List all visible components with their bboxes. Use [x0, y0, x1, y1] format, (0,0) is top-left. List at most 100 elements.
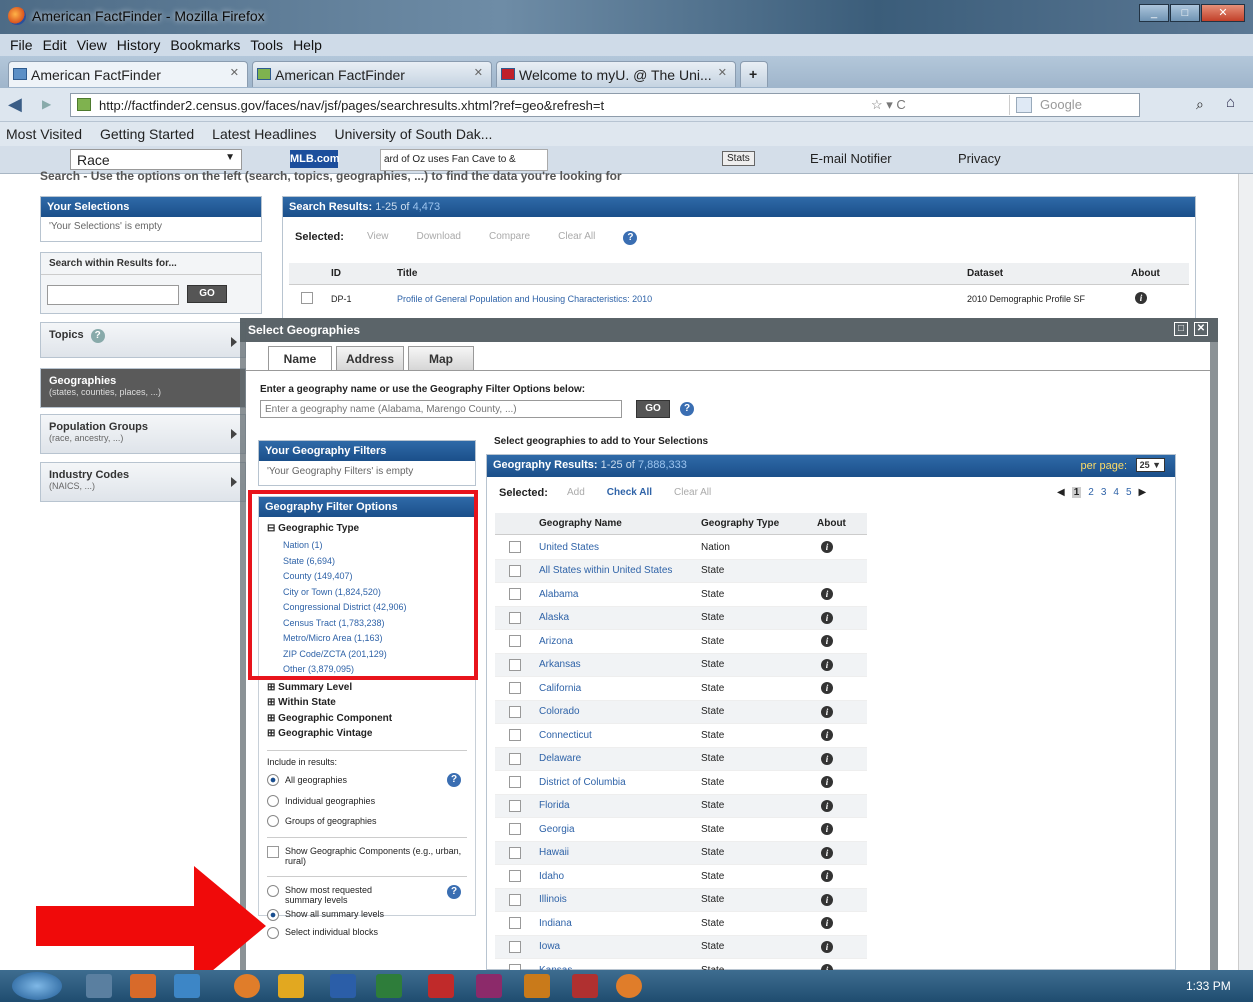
info-icon[interactable]: i	[821, 682, 833, 695]
geo-name-link[interactable]: Alaska	[539, 612, 569, 623]
maximize-modal-icon[interactable]: □	[1174, 322, 1188, 336]
include-all[interactable]: All geographies?	[267, 772, 467, 787]
geo-name-link[interactable]: United States	[539, 542, 599, 553]
search-input[interactable]: Google	[1009, 95, 1189, 115]
close-window-button[interactable]: ✕	[1201, 4, 1245, 22]
geo-name-link[interactable]: Alabama	[539, 589, 578, 600]
collapsed-filter[interactable]: ⊞ Geographic Component	[267, 711, 467, 727]
ticker-box[interactable]: ard of Oz uses Fan Cave to &	[380, 149, 548, 171]
row-checkbox[interactable]	[509, 752, 521, 765]
info-icon[interactable]: i	[821, 940, 833, 953]
row-checkbox[interactable]	[509, 870, 521, 883]
info-icon[interactable]: i	[821, 893, 833, 906]
summary-all[interactable]: Show all summary levels	[267, 908, 467, 921]
row-checkbox[interactable]	[509, 823, 521, 836]
nav-industry-codes[interactable]: Industry Codes (NAICS, ...)	[40, 462, 246, 502]
row-checkbox[interactable]	[509, 541, 521, 554]
components-checkbox[interactable]	[267, 845, 279, 858]
stats-button[interactable]: Stats	[722, 151, 755, 166]
info-icon[interactable]: i	[821, 729, 833, 742]
row-checkbox[interactable]	[509, 940, 521, 953]
row-checkbox[interactable]	[509, 635, 521, 648]
row-checkbox[interactable]	[509, 658, 521, 671]
info-icon[interactable]: i	[821, 776, 833, 789]
col-title[interactable]: Title	[397, 268, 417, 279]
prev-page-icon[interactable]: ◀	[1057, 487, 1065, 498]
back-arrow-icon[interactable]: ◀	[8, 94, 22, 115]
info-icon[interactable]: i	[821, 541, 833, 554]
search-icon[interactable]: ⌕	[1196, 96, 1204, 113]
check-all-button[interactable]: Check All	[607, 487, 652, 498]
info-icon[interactable]: i	[821, 611, 833, 624]
clock[interactable]: 1:33 PM	[1186, 979, 1231, 993]
collapsed-filter[interactable]: ⊞ Within State	[267, 695, 467, 711]
close-tab-icon[interactable]: ✕	[474, 66, 483, 79]
geo-name-link[interactable]: Arizona	[539, 636, 573, 647]
info-icon[interactable]: i	[1135, 292, 1147, 304]
tab-name[interactable]: Name	[268, 346, 332, 370]
bookmark-latest-headlines[interactable]: Latest Headlines	[212, 126, 316, 142]
page-5[interactable]: 5	[1126, 487, 1132, 498]
info-icon[interactable]: i	[821, 588, 833, 601]
summary-blocks[interactable]: Select individual blocks	[267, 926, 467, 939]
help-icon[interactable]: ?	[90, 329, 105, 343]
tab-map[interactable]: Map	[408, 346, 474, 370]
address-bar[interactable]: http://factfinder2.census.gov/faces/nav/…	[70, 93, 1140, 117]
close-tab-icon[interactable]: ✕	[230, 66, 239, 79]
menu-bookmarks[interactable]: Bookmarks	[170, 37, 240, 53]
menu-history[interactable]: History	[117, 37, 161, 53]
nav-geographies[interactable]: Geographies (states, counties, places, .…	[40, 368, 246, 408]
page-2[interactable]: 2	[1088, 487, 1094, 498]
maximize-button[interactable]: □	[1170, 4, 1200, 22]
menu-view[interactable]: View	[77, 37, 107, 53]
geography-name-input[interactable]	[260, 400, 622, 418]
geo-name-link[interactable]: Colorado	[539, 706, 580, 717]
nav-topics[interactable]: Topics ?	[40, 322, 246, 358]
page-4[interactable]: 4	[1113, 487, 1119, 498]
menu-edit[interactable]: Edit	[43, 37, 67, 53]
search-results-total[interactable]: 4,473	[413, 201, 441, 213]
taskbar-app-icon[interactable]	[278, 974, 304, 998]
row-checkbox[interactable]	[509, 682, 521, 695]
col-geo-type[interactable]: Geography Type	[701, 518, 779, 529]
compare-button[interactable]: Compare	[489, 231, 530, 245]
geo-name-link[interactable]: Indiana	[539, 918, 572, 929]
geo-name-link[interactable]: District of Columbia	[539, 777, 626, 788]
info-icon[interactable]: i	[821, 705, 833, 718]
per-page-select[interactable]: 25 ▼	[1135, 458, 1165, 472]
add-button[interactable]: Add	[567, 487, 585, 498]
info-icon[interactable]: i	[821, 870, 833, 883]
geo-name-link[interactable]: All States within United States	[539, 565, 672, 576]
info-icon[interactable]: i	[821, 752, 833, 765]
tab-american-factfinder-1[interactable]: American FactFinder ✕	[8, 61, 248, 87]
taskbar-firefox-icon[interactable]	[234, 974, 260, 998]
info-icon[interactable]: i	[821, 658, 833, 671]
radio-off[interactable]	[267, 814, 279, 827]
menu-file[interactable]: File	[10, 37, 33, 53]
geo-name-link[interactable]: Iowa	[539, 941, 560, 952]
mlb-button[interactable]: MLB.com	[290, 150, 340, 168]
search-within-go-button[interactable]: GO	[187, 285, 227, 303]
clear-all-button[interactable]: Clear All	[558, 231, 595, 245]
geo-clear-all-button[interactable]: Clear All	[674, 487, 711, 498]
taskbar-acrobat-icon[interactable]	[572, 974, 598, 998]
radio-off[interactable]	[267, 794, 279, 807]
geo-name-link[interactable]: Idaho	[539, 871, 564, 882]
row-checkbox[interactable]	[301, 292, 313, 304]
tab-american-factfinder-2[interactable]: American FactFinder ✕	[252, 61, 492, 87]
radio-on[interactable]	[267, 773, 279, 786]
menu-tools[interactable]: Tools	[250, 37, 283, 53]
taskbar-pdf-icon[interactable]	[428, 974, 454, 998]
new-tab-button[interactable]: +	[740, 61, 768, 87]
help-icon[interactable]: ?	[623, 231, 638, 245]
star-icon[interactable]: ☆ ▾ C	[871, 97, 906, 113]
bookmark-getting-started[interactable]: Getting Started	[100, 126, 194, 142]
download-button[interactable]: Download	[417, 231, 461, 245]
taskbar-word-icon[interactable]	[330, 974, 356, 998]
summary-most-requested[interactable]: Show most requested summary levels?	[267, 884, 467, 905]
home-icon[interactable]: ⌂	[1226, 94, 1235, 111]
info-icon[interactable]: i	[821, 635, 833, 648]
forward-arrow-icon[interactable]: ▶	[42, 97, 51, 111]
search-within-input[interactable]	[47, 285, 179, 305]
geo-name-link[interactable]: Arkansas	[539, 659, 581, 670]
